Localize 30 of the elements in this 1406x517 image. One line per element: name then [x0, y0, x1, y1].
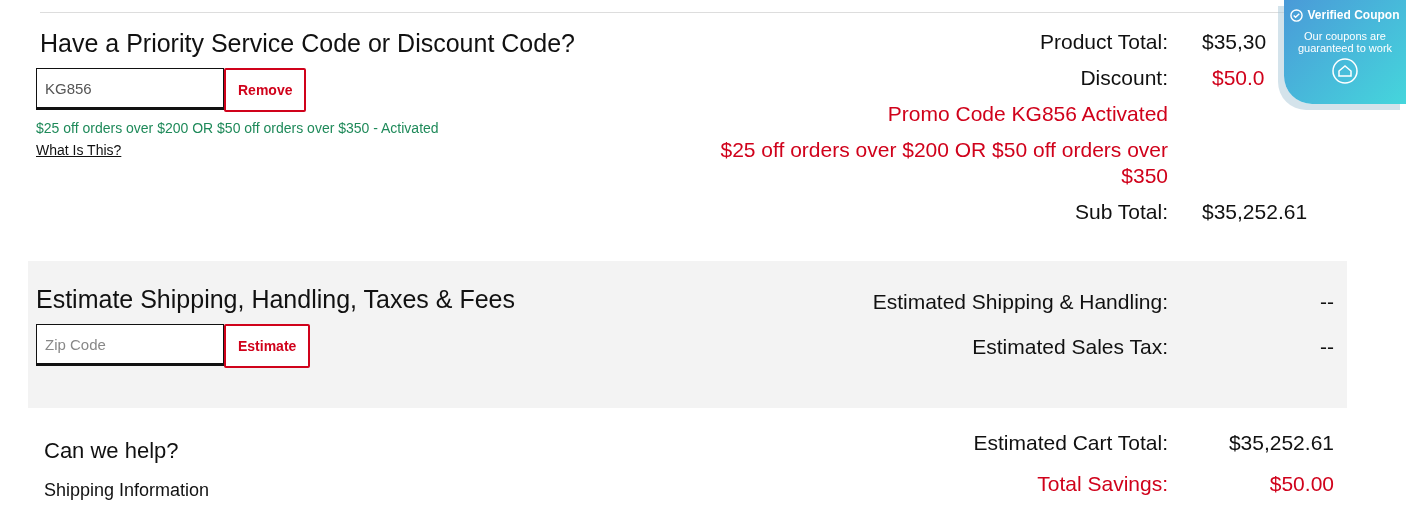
- badge-text: Our coupons are guaranteed to work: [1296, 30, 1394, 54]
- zip-code-input[interactable]: Zip Code: [36, 324, 224, 366]
- code-status: $25 off orders over $200 OR $50 off orders over $350 - Activated: [36, 120, 440, 136]
- summary-label: Sub Total:: [1074, 199, 1168, 225]
- check-circle-icon: [1290, 8, 1304, 22]
- total-value: $35,252.61: [1227, 430, 1334, 456]
- summary-label: Product Total:: [1038, 29, 1168, 55]
- remove-button[interactable]: Remove: [224, 68, 307, 112]
- section-title: Estimate Shipping, Handling, Taxes & Fees: [36, 285, 515, 314]
- help-link[interactable]: Shipping Information: [44, 480, 210, 501]
- estimate-value: --: [1319, 333, 1334, 360]
- what-is-this-link[interactable]: What Is This?: [36, 142, 575, 158]
- estimate-label: Estimated Shipping & Handling:: [871, 289, 1168, 315]
- estimate-label: Estimated Sales Tax:: [971, 333, 1168, 360]
- total-label: Estimated Cart Total:: [972, 430, 1168, 456]
- estimate-button[interactable]: Estimate: [224, 324, 311, 368]
- estimate-value: --: [1319, 289, 1334, 315]
- promo-note: Promo Code KG856 Activated: [886, 101, 1168, 127]
- total-value: $50.00: [1268, 470, 1334, 497]
- discount-value: $50.0: [1212, 65, 1265, 91]
- help-title: Can we help?: [44, 438, 180, 464]
- section-title: Have a Priority Service Code or Discount Code?: [40, 29, 575, 58]
- total-label: Total Savings:: [1036, 470, 1168, 497]
- summary-value: $35,252.61: [1202, 199, 1308, 225]
- promo-note: $25 off orders over $200 OR $50 off orders over $350: [719, 137, 1168, 189]
- summary-label: Discount:: [1079, 65, 1168, 91]
- badge-title: Verified Coupon: [1307, 8, 1400, 22]
- summary-value: $35,30: [1202, 29, 1267, 55]
- house-icon: [1332, 58, 1358, 84]
- code-input[interactable]: KG856: [36, 68, 224, 110]
